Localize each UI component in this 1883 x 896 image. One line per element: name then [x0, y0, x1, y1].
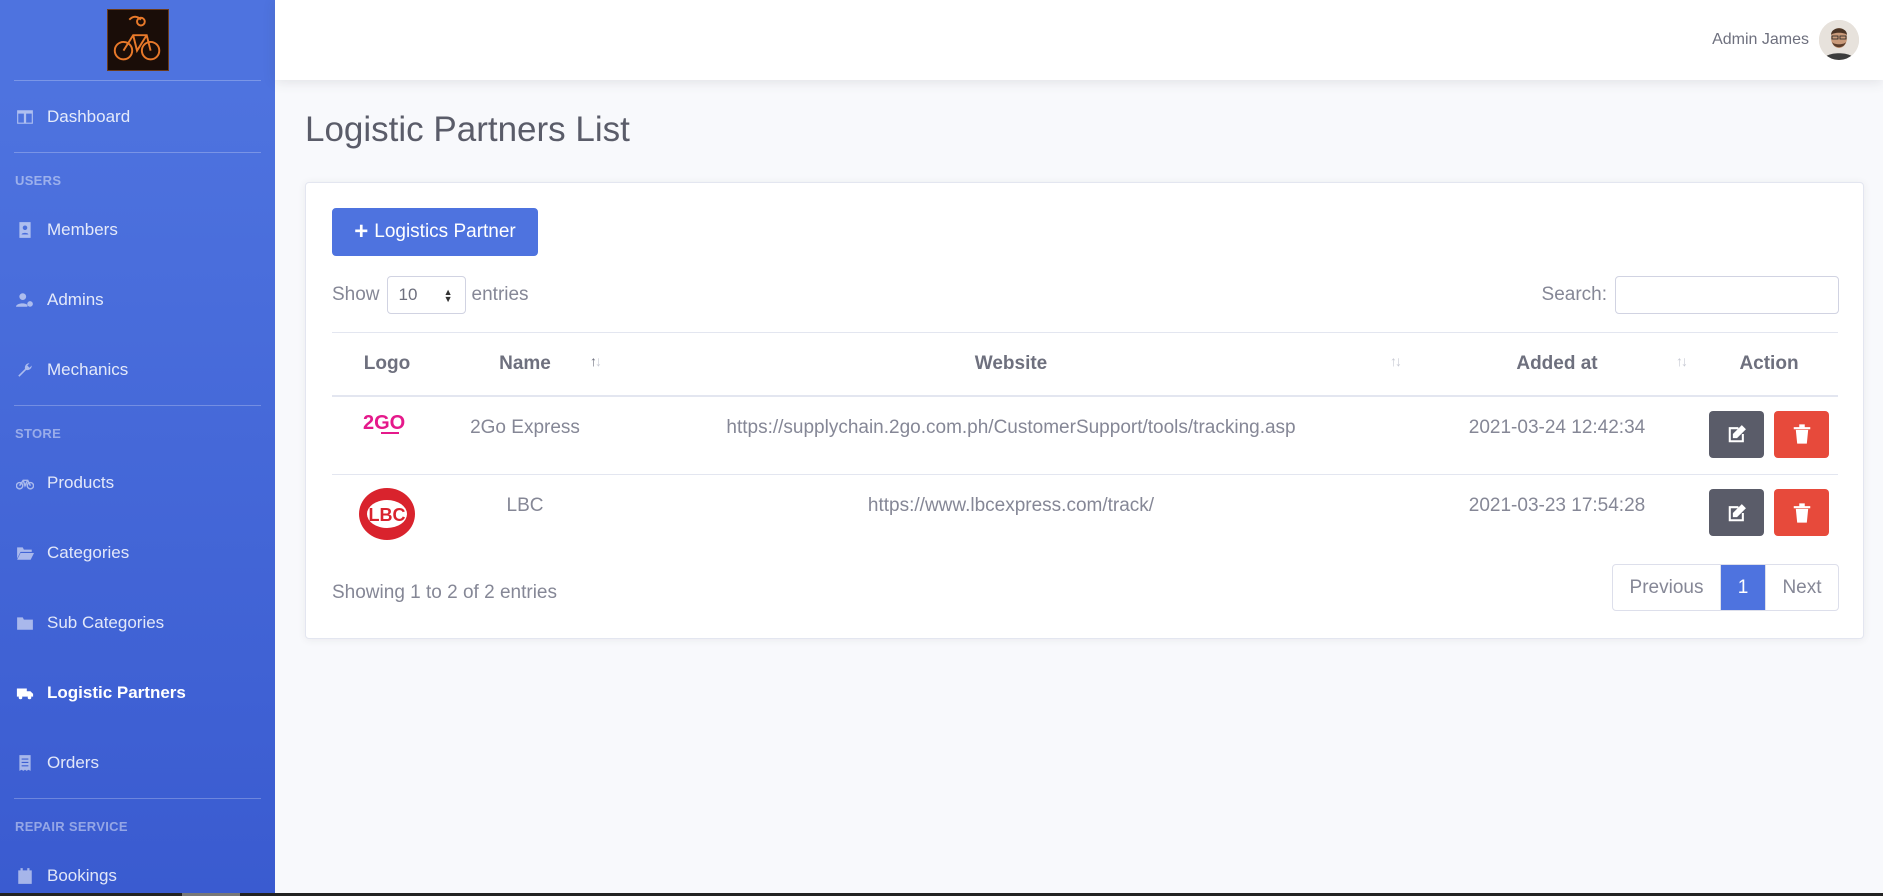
page-size-value: 10 [398, 285, 418, 304]
brand[interactable] [0, 0, 275, 80]
partners-table: Logo Name ↑↓ Website ↑↓ Added at ↑↓ Action … [332, 332, 1838, 553]
sidebar-heading-repair-service: REPAIR SERVICE [15, 819, 128, 834]
edit-icon [1728, 425, 1746, 443]
sidebar-item-label: Logistic Partners [47, 683, 186, 702]
folder-icon [15, 613, 35, 633]
sidebar-item-dashboard[interactable]: Dashboard [0, 81, 275, 152]
next-page-button[interactable]: Next [1765, 565, 1838, 610]
brand-logo[interactable] [106, 9, 169, 71]
add-logistics-partner-button[interactable]: + Logistics Partner [332, 208, 538, 256]
calendar-icon [15, 866, 35, 886]
page-title: Logistic Partners List [305, 110, 630, 149]
lbc-logo: LBC [359, 488, 415, 540]
sidebar-item-label: Members [47, 220, 118, 239]
pagination: Previous 1 Next [1612, 564, 1839, 611]
sidebar-item-bookings[interactable]: Bookings [0, 841, 275, 893]
sidebar-item-admins[interactable]: Admins [0, 265, 275, 335]
search-label: Search: [1541, 284, 1607, 305]
name-cell: 2Go Express [442, 395, 608, 475]
partners-card: + Logistics Partner Show 10 ▲ ▼ entries S… [305, 182, 1864, 639]
sidebar: Dashboard USERS Members Admins Mechanics… [0, 0, 275, 893]
table-columns-icon [15, 107, 35, 127]
show-label: Show [332, 284, 380, 305]
sidebar-item-members[interactable]: Members [0, 195, 275, 265]
sidebar-item-label: Bookings [47, 866, 117, 885]
sidebar-item-products[interactable]: Products [0, 448, 275, 518]
sidebar-heading-store: STORE [15, 426, 62, 441]
sidebar-item-label: Dashboard [47, 106, 131, 126]
sidebar-item-orders[interactable]: Orders [0, 728, 275, 798]
logo-cell: LBC [332, 475, 442, 553]
column-header-added-at[interactable]: Added at ↑↓ [1414, 332, 1700, 397]
name-cell: LBC [506, 495, 544, 516]
wrench-icon [15, 360, 35, 380]
receipt-icon [15, 753, 35, 773]
sidebar-item-label: Orders [47, 753, 99, 772]
action-cell [1700, 475, 1838, 553]
logo-cell: 2GO [332, 395, 442, 475]
user-name[interactable]: Admin James [1712, 31, 1809, 49]
column-header-website[interactable]: Website ↑↓ [608, 332, 1414, 397]
website-cell: https://www.lbcexpress.com/track/ [867, 495, 1155, 516]
user-cog-icon [15, 290, 35, 310]
search-wrap: Search: [1542, 276, 1839, 314]
address-card-icon [15, 220, 35, 240]
bicycle-icon [15, 473, 35, 493]
folder-open-icon [15, 543, 35, 563]
website-cell: https://supplychain.2go.com.ph/CustomerS… [608, 395, 1414, 475]
2go-logo: 2GO [363, 412, 405, 434]
page-button-1[interactable]: 1 [1721, 565, 1765, 610]
table-info: Showing 1 to 2 of 2 entries [332, 582, 557, 603]
sidebar-heading-users: USERS [15, 173, 62, 188]
sidebar-item-categories[interactable]: Categories [0, 518, 275, 588]
sidebar-item-label: Mechanics [47, 360, 129, 379]
sidebar-item-label: Admins [47, 290, 104, 309]
plus-icon: + [354, 218, 369, 245]
added-at-cell: 2021-03-23 17:54:28 [1468, 495, 1646, 516]
svg-text:2GO: 2GO [363, 412, 405, 434]
table-row: 2GO 2Go Express https://supplychain.2go.… [332, 395, 1838, 475]
delete-button[interactable] [1774, 410, 1829, 458]
action-cell [1700, 395, 1838, 475]
edit-button[interactable] [1709, 489, 1764, 536]
sidebar-item-logistic-partners[interactable]: Logistic Partners [0, 658, 275, 728]
sidebar-item-label: Categories [47, 543, 130, 562]
previous-page-button[interactable]: Previous [1613, 565, 1721, 610]
added-at-cell: 2021-03-24 12:42:34 [1414, 395, 1700, 475]
sort-icon: ↑↓ [1676, 353, 1688, 369]
edit-icon [1728, 503, 1746, 521]
sort-asc-icon: ↑↓ [590, 353, 602, 369]
avatar[interactable] [1819, 20, 1859, 60]
svg-text:LBC: LBC [369, 505, 406, 525]
column-header-action: Action [1700, 332, 1838, 397]
edit-button[interactable] [1709, 410, 1764, 458]
trash-icon [1793, 424, 1810, 444]
column-header-logo[interactable]: Logo [332, 332, 442, 397]
column-header-name[interactable]: Name ↑↓ [442, 332, 608, 397]
sidebar-item-label: Products [47, 473, 115, 492]
sort-caret-icon: ▲ ▼ [443, 287, 453, 304]
entries-label: entries [471, 284, 529, 305]
trash-icon [1793, 502, 1810, 523]
sidebar-item-sub-categories[interactable]: Sub Categories [0, 588, 275, 658]
delete-button[interactable] [1774, 489, 1829, 536]
table-row: LBC LBC https://www.lbcexpress.com/track… [332, 475, 1838, 553]
sidebar-item-label: Sub Categories [47, 613, 165, 632]
sort-icon: ↑↓ [1390, 353, 1402, 369]
page-size-select[interactable]: 10 ▲ ▼ [386, 276, 466, 314]
search-input[interactable] [1615, 276, 1839, 314]
sidebar-item-mechanics[interactable]: Mechanics [0, 335, 275, 405]
topbar: Admin James [275, 0, 1883, 80]
add-button-label: Logistics Partner [374, 221, 516, 242]
truck-icon [15, 683, 35, 703]
show-entries: Show 10 ▲ ▼ entries [332, 276, 529, 314]
